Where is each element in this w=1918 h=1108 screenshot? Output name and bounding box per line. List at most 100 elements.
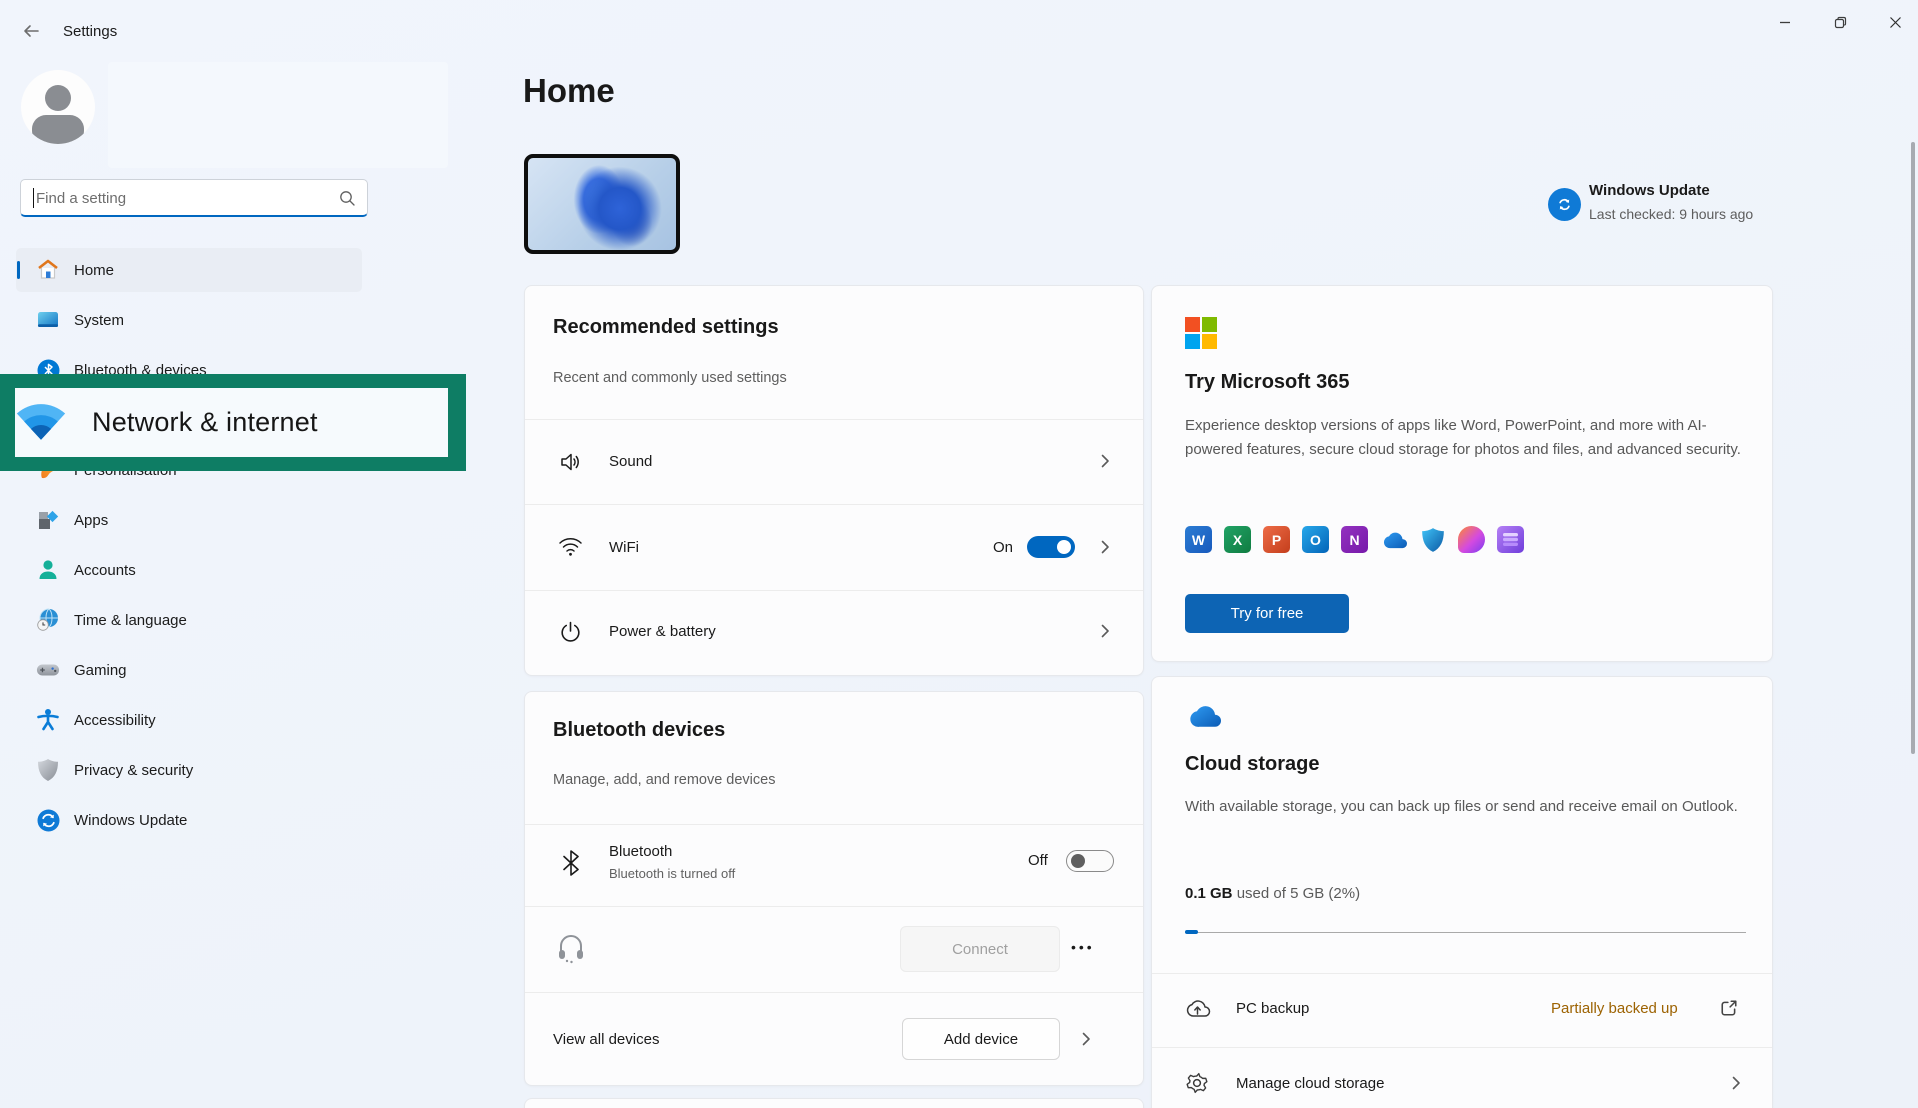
sidebar-item-label: Time & language [74, 612, 187, 629]
manage-cloud-storage-row[interactable]: Manage cloud storage [1152, 1047, 1774, 1108]
bluetooth-sub: Bluetooth is turned off [609, 866, 735, 881]
sidebar-item-label: Home [74, 262, 114, 279]
toggle-knob [1057, 540, 1071, 554]
search-icon [339, 190, 356, 207]
annotation-highlight-box: Network & internet [0, 374, 466, 471]
sidebar-item-accessibility[interactable]: Accessibility [16, 698, 362, 742]
sidebar-item-system[interactable]: System [16, 298, 362, 342]
power-battery-row[interactable]: Power & battery [525, 590, 1145, 676]
storage-used: 0.1 GB [1185, 885, 1233, 902]
storage-progress-track [1185, 932, 1746, 933]
wifi-toggle[interactable] [1027, 536, 1075, 558]
bluetooth-state-text: Off [1028, 852, 1048, 869]
close-button[interactable] [1872, 0, 1918, 44]
bluetooth-card-subtitle: Manage, add, and remove devices [553, 772, 775, 788]
onedrive-cloud-icon [1185, 704, 1221, 728]
outlook-icon: O [1302, 526, 1329, 553]
recommended-settings-card: Recommended settings Recent and commonly… [524, 285, 1144, 676]
toggle-knob [1071, 854, 1085, 868]
avatar[interactable] [21, 70, 95, 144]
sidebar-item-home[interactable]: Home [16, 248, 362, 292]
sidebar-item-accounts[interactable]: Accounts [16, 548, 362, 592]
restore-button[interactable] [1817, 0, 1863, 44]
partial-card [524, 1098, 1144, 1108]
selected-indicator [17, 261, 20, 279]
back-button[interactable] [22, 22, 40, 40]
bluetooth-device-row: Connect ••• [525, 906, 1145, 992]
bluetooth-label: Bluetooth [609, 843, 672, 860]
add-device-button[interactable]: Add device [902, 1018, 1060, 1060]
apps-icon [36, 508, 60, 532]
settings-window: Settings Home System Bluetooth & [0, 0, 1918, 1108]
try-for-free-button[interactable]: Try for free [1185, 594, 1349, 633]
view-all-devices-label: View all devices [553, 1031, 659, 1048]
sound-icon [558, 450, 582, 474]
more-options-button[interactable]: ••• [1071, 939, 1095, 955]
bluetooth-toggle-row[interactable]: Bluetooth Bluetooth is turned off Off [525, 824, 1145, 906]
sidebar-item-gaming[interactable]: Gaming [16, 648, 362, 692]
sidebar-item-label: Accessibility [74, 712, 156, 729]
search-input[interactable] [33, 184, 328, 212]
windows-update-status-sub: Last checked: 9 hours ago [1589, 206, 1753, 222]
sidebar-item-label: Privacy & security [74, 762, 193, 779]
cloud-storage-card: Cloud storage With available storage, yo… [1151, 676, 1773, 1108]
view-all-devices-row[interactable]: View all devices Add device [525, 992, 1145, 1086]
pc-backup-status-link[interactable]: Partially backed up [1551, 1000, 1678, 1017]
avatar-body [32, 115, 84, 144]
avatar-head [45, 85, 71, 111]
microsoft-logo [1185, 317, 1218, 350]
sidebar-item-windows-update[interactable]: Windows Update [16, 798, 362, 842]
sidebar-item-label: Gaming [74, 662, 127, 679]
sidebar-item-label: Windows Update [74, 812, 187, 829]
sidebar-item-time-language[interactable]: Time & language [16, 598, 362, 642]
system-icon [36, 308, 60, 332]
wifi-row[interactable]: WiFi On [525, 504, 1145, 590]
scrollbar-thumb[interactable] [1911, 142, 1915, 754]
accounts-icon [36, 558, 60, 582]
wifi-small-icon [558, 536, 583, 557]
accessibility-icon [36, 708, 60, 732]
connect-button[interactable]: Connect [900, 926, 1060, 972]
chevron-right-icon [1078, 1031, 1094, 1047]
annotation-inner-card[interactable]: Network & internet [15, 388, 448, 457]
window-title: Settings [63, 23, 117, 40]
recommended-title: Recommended settings [553, 316, 779, 339]
annotation-label: Network & internet [92, 407, 318, 438]
windows-update-status-icon [1548, 188, 1581, 221]
external-link-icon [1720, 999, 1738, 1017]
cloud-backup-icon [1184, 997, 1211, 1021]
windows-update-status-title[interactable]: Windows Update [1589, 182, 1710, 199]
word-icon: W [1185, 526, 1212, 553]
bluetooth-toggle[interactable] [1066, 850, 1114, 872]
storage-total: used of 5 GB (2%) [1233, 885, 1361, 902]
gaming-icon [36, 658, 60, 682]
back-arrow-icon [22, 22, 40, 40]
storage-progress-fill [1185, 930, 1198, 934]
bluetooth-card-title: Bluetooth devices [553, 719, 725, 742]
sound-row[interactable]: Sound [525, 419, 1145, 504]
sidebar-item-privacy-security[interactable]: Privacy & security [16, 748, 362, 792]
privacy-security-icon [36, 758, 60, 782]
search-box[interactable] [20, 179, 368, 217]
m365-card: Try Microsoft 365 Experience desktop ver… [1151, 285, 1773, 662]
onenote-icon: N [1341, 526, 1368, 553]
minimize-button[interactable] [1762, 0, 1808, 44]
powerpoint-icon: P [1263, 526, 1290, 553]
headphones-icon [557, 932, 585, 964]
time-language-icon [36, 608, 60, 632]
designer-icon [1458, 526, 1485, 553]
sidebar-item-label: System [74, 312, 124, 329]
close-icon [1889, 16, 1902, 29]
bluetooth-devices-card: Bluetooth devices Manage, add, and remov… [524, 691, 1144, 1086]
home-icon [36, 258, 60, 282]
cloud-storage-title: Cloud storage [1185, 753, 1319, 776]
sidebar-item-apps[interactable]: Apps [16, 498, 362, 542]
windows-update-icon [36, 808, 60, 832]
account-name-placeholder [108, 62, 448, 168]
pc-backup-row[interactable]: PC backup Partially backed up [1152, 973, 1774, 1047]
wifi-icon [15, 402, 67, 444]
m365-body: Experience desktop versions of apps like… [1185, 414, 1753, 462]
power-battery-label: Power & battery [609, 623, 716, 640]
wifi-state-text: On [993, 539, 1013, 556]
onedrive-icon [1380, 526, 1407, 553]
